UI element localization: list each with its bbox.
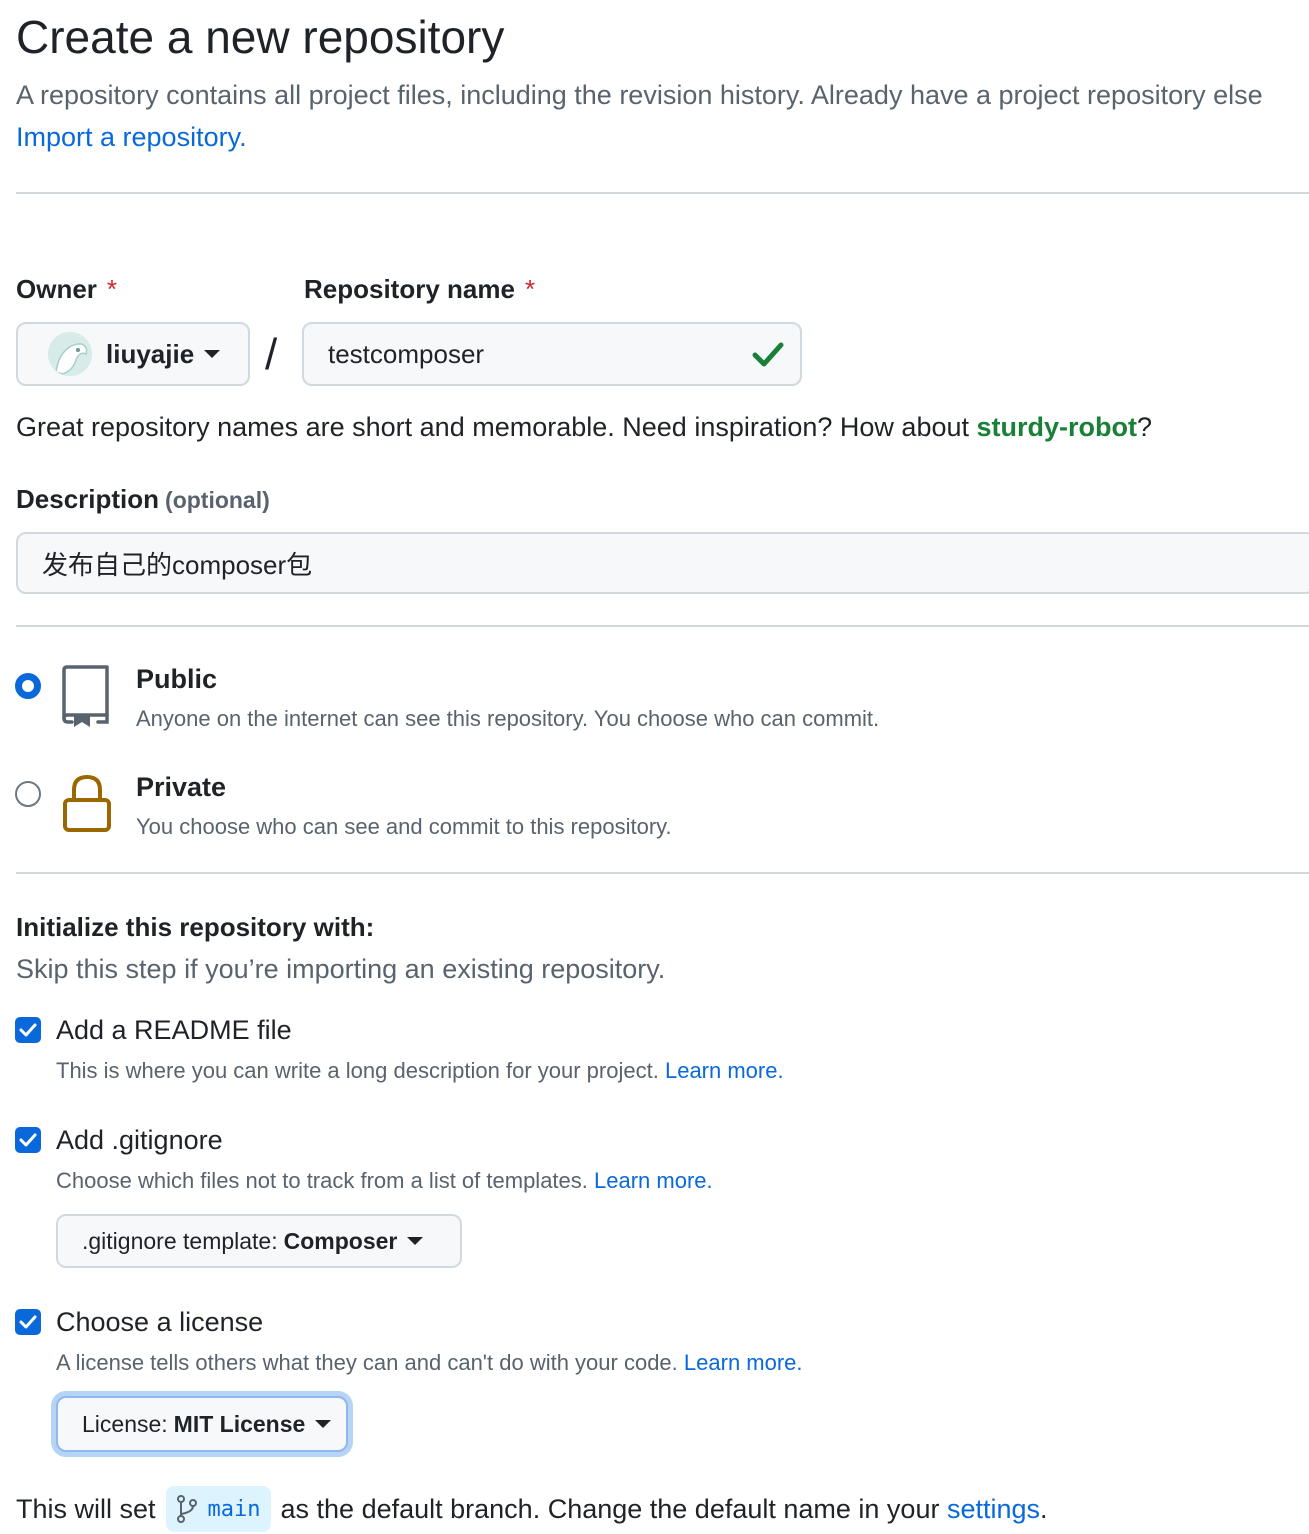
- private-description: You choose who can see and commit to thi…: [136, 814, 672, 839]
- branch-name-badge: main: [165, 1486, 271, 1532]
- divider: [16, 625, 1309, 627]
- readme-description: This is where you can write a long descr…: [56, 1058, 784, 1083]
- gitignore-learn-more-link[interactable]: Learn more.: [594, 1168, 713, 1193]
- required-asterisk: *: [106, 274, 118, 304]
- settings-link[interactable]: settings: [947, 1494, 1040, 1525]
- readme-title: Add a README file: [56, 1015, 292, 1045]
- description-label: Description (optional): [16, 484, 270, 514]
- license-description: A license tells others what they can and…: [56, 1350, 803, 1375]
- name-suggestion-link[interactable]: sturdy-robot: [977, 412, 1137, 442]
- divider: [16, 192, 1309, 194]
- initialize-heading: Initialize this repository with:: [16, 912, 375, 942]
- checkmark-icon: [19, 1133, 37, 1147]
- license-learn-more-link[interactable]: Learn more.: [684, 1350, 803, 1375]
- caret-down-icon: [204, 350, 221, 358]
- caret-down-icon: [315, 1420, 332, 1428]
- owner-repo-separator: /: [265, 330, 278, 379]
- divider: [16, 872, 1309, 874]
- license-select-value: MIT License: [173, 1410, 306, 1437]
- gitignore-checkbox[interactable]: [15, 1127, 41, 1153]
- license-select[interactable]: License: MIT License: [56, 1396, 348, 1452]
- owner-name: liuyajie: [106, 338, 195, 369]
- page-title: Create a new repository: [16, 11, 505, 63]
- readme-learn-more-link[interactable]: Learn more.: [665, 1058, 784, 1083]
- initialize-subheading: Skip this step if you’re importing an ex…: [16, 954, 666, 984]
- name-hint: Great repository names are short and mem…: [16, 412, 1153, 442]
- branch-name: main: [207, 1496, 261, 1522]
- git-branch-icon: [176, 1495, 197, 1523]
- import-repository-link[interactable]: Import a repository.: [16, 122, 247, 153]
- page-subtitle: A repository contains all project files,…: [16, 80, 1263, 110]
- license-title: Choose a license: [56, 1307, 264, 1337]
- public-description: Anyone on the internet can see this repo…: [136, 706, 880, 731]
- repository-name-input[interactable]: [302, 322, 802, 386]
- owner-label: Owner *: [16, 274, 118, 304]
- avatar: [48, 332, 92, 376]
- required-asterisk: *: [524, 274, 536, 304]
- repository-name-label: Repository name *: [304, 274, 536, 304]
- readme-checkbox[interactable]: [15, 1017, 41, 1043]
- gitignore-template-select[interactable]: .gitignore template: Composer: [56, 1214, 462, 1268]
- public-radio[interactable]: [15, 673, 41, 699]
- check-icon: [752, 342, 784, 367]
- gitignore-title: Add .gitignore: [56, 1125, 223, 1155]
- gitignore-description: Choose which files not to track from a l…: [56, 1168, 713, 1193]
- private-title: Private: [136, 772, 227, 802]
- optional-note: (optional): [165, 487, 270, 513]
- owner-dropdown[interactable]: liuyajie: [16, 322, 250, 386]
- license-select-label: License:: [82, 1410, 168, 1437]
- description-input[interactable]: [16, 532, 1309, 594]
- private-radio[interactable]: [15, 781, 41, 807]
- lock-icon: [63, 774, 111, 832]
- gitignore-select-label: .gitignore template:: [82, 1227, 278, 1254]
- default-branch-note: This will set main as the default branch…: [16, 1486, 1048, 1532]
- checkmark-icon: [19, 1315, 37, 1329]
- public-title: Public: [136, 664, 218, 694]
- caret-down-icon: [407, 1237, 424, 1245]
- checkmark-icon: [19, 1023, 37, 1037]
- gitignore-select-value: Composer: [283, 1227, 398, 1254]
- license-checkbox[interactable]: [15, 1309, 41, 1335]
- repo-icon: [62, 665, 109, 727]
